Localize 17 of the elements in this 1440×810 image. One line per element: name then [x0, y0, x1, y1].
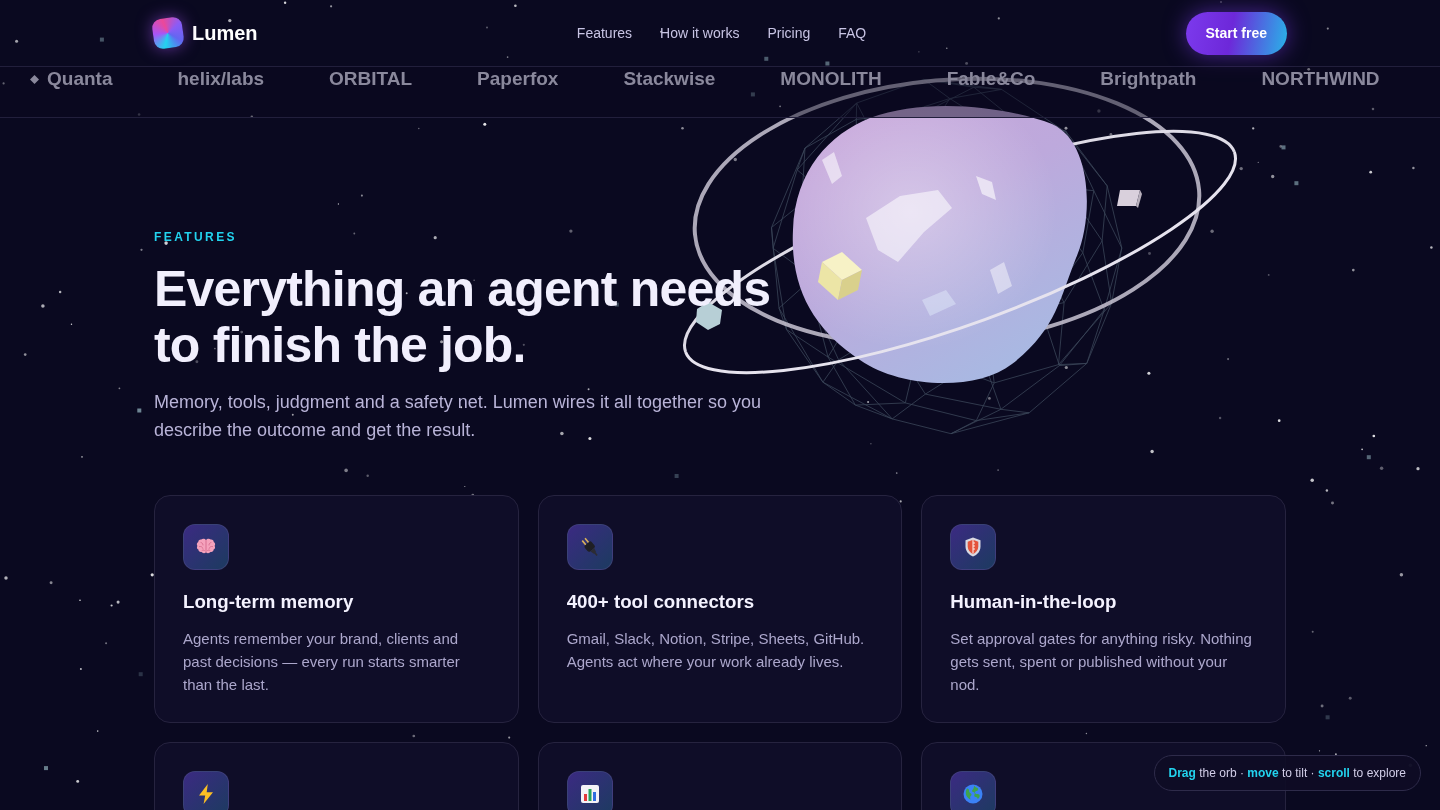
interaction-hint: Drag the orb · move to tilt · scroll to explore [1153, 755, 1421, 791]
card-text: Agents remember your brand, clients and past decisions — every run starts smarter than the last. [183, 629, 461, 695]
section-eyebrow: FEATURES [154, 229, 238, 245]
card-title: 400+ tool connectors [566, 590, 756, 614]
logo-wordmark: helix/labs [177, 68, 265, 90]
logo-wordmark: Paperfox [477, 68, 559, 90]
section-subtitle: Memory, tools, judgment and a safety net. Lumen wires it all together so you describe the outcome and get the result. [154, 391, 762, 442]
card-text: Set approval gates for anything risky. Nothing gets sent, spent or published without your nod. [950, 629, 1253, 695]
logo-wordmark: MONOLITH [780, 68, 882, 90]
card-title: Human-in-the-loop [950, 590, 1118, 614]
logo-wordmark: NORTHWIND [1261, 68, 1380, 90]
logo-wordmark: Stackwise [623, 68, 716, 90]
card-text: Gmail, Slack, Notion, Stripe, Sheets, GitHub. Agents act where your work already lives. [566, 629, 866, 672]
logo-wordmark: Quanta [47, 68, 113, 90]
logo-wordmark: ORBITAL [329, 68, 413, 90]
card-title: Long-term memory [183, 590, 355, 614]
logo-wordmark: Brightpath [1100, 68, 1197, 90]
